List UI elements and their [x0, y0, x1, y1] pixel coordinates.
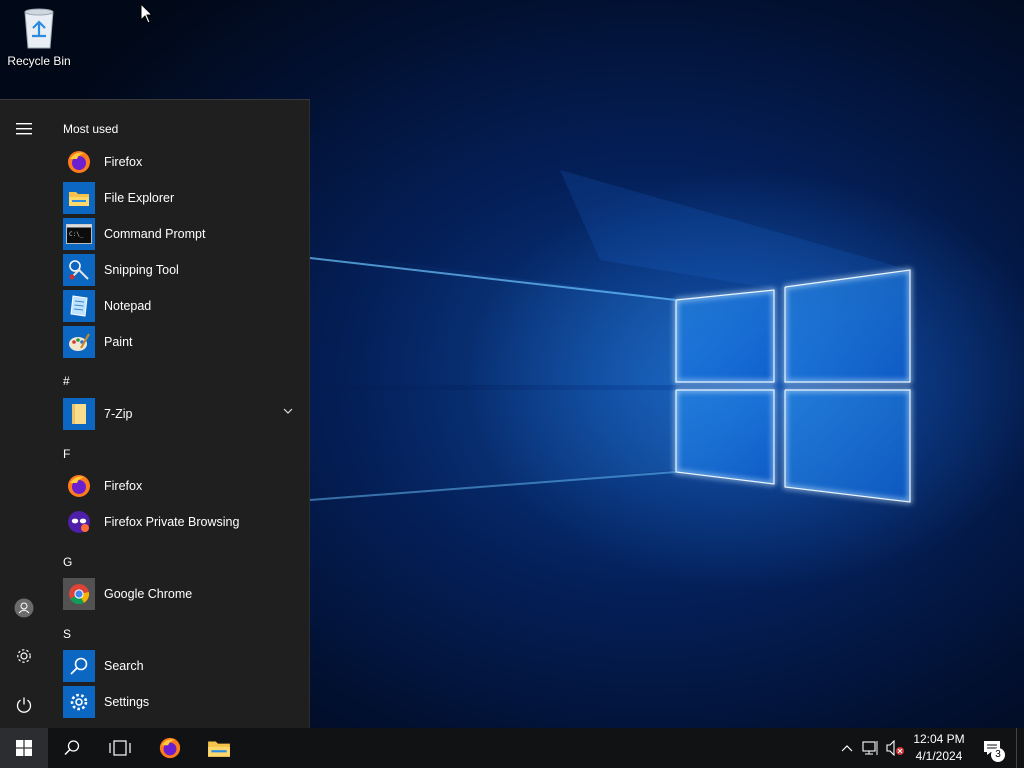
- notification-badge: 3: [991, 748, 1005, 762]
- chevron-down-icon[interactable]: [283, 407, 293, 415]
- settings-rail-button[interactable]: [0, 636, 48, 676]
- command-prompt-icon: C:\_: [63, 218, 95, 250]
- section-s[interactable]: S: [63, 627, 71, 641]
- show-hidden-icons-button[interactable]: [838, 728, 856, 768]
- user-icon: [14, 598, 34, 618]
- app-google-chrome[interactable]: Google Chrome: [63, 577, 303, 611]
- clock[interactable]: 12:04 PM 4/1/2024: [902, 731, 976, 765]
- folder-icon: [63, 398, 95, 430]
- start-menu: Most used Firefox File Explorer C:\_ Com…: [0, 99, 310, 729]
- power-button[interactable]: [0, 685, 48, 725]
- task-view-icon: [109, 740, 131, 756]
- file-explorer-icon: [63, 182, 95, 214]
- firefox-private-icon: [63, 506, 95, 538]
- app-command-prompt[interactable]: C:\_ Command Prompt: [63, 217, 303, 251]
- app-firefox-f[interactable]: Firefox: [63, 469, 303, 503]
- chrome-icon: [63, 578, 95, 610]
- clock-date: 4/1/2024: [915, 749, 963, 763]
- app-paint[interactable]: Paint: [63, 325, 303, 359]
- taskbar: 12:04 PM 4/1/2024: [0, 728, 1024, 768]
- app-search[interactable]: Search: [63, 649, 303, 683]
- app-firefox[interactable]: Firefox: [63, 145, 303, 179]
- app-firefox-private-browsing[interactable]: Firefox Private Browsing: [63, 505, 303, 539]
- search-icon: [63, 650, 95, 682]
- app-notepad[interactable]: Notepad: [63, 289, 303, 323]
- task-view-button[interactable]: [96, 728, 144, 768]
- gear-icon: [63, 686, 95, 718]
- section-most-used: Most used: [63, 122, 119, 136]
- network-icon: [862, 741, 878, 755]
- section-f[interactable]: F: [63, 447, 70, 461]
- show-desktop-button[interactable]: [1016, 728, 1024, 768]
- hamburger-menu-icon: [16, 123, 32, 135]
- file-explorer-icon: [208, 741, 230, 757]
- user-account-button[interactable]: [0, 588, 48, 628]
- snipping-tool-icon: [63, 254, 95, 286]
- app-7-zip[interactable]: 7-Zip: [63, 397, 303, 431]
- taskbar-search-button[interactable]: [48, 728, 96, 768]
- recycle-bin-label: Recycle Bin: [7, 54, 71, 68]
- svg-text:C:\_: C:\_: [69, 231, 84, 238]
- clock-time: 12:04 PM: [913, 732, 965, 746]
- mouse-cursor-icon: [140, 3, 154, 24]
- notepad-icon: [63, 290, 95, 322]
- power-icon: [16, 697, 32, 713]
- app-snipping-tool[interactable]: Snipping Tool: [63, 253, 303, 287]
- chevron-up-icon: [841, 745, 853, 752]
- section-hash[interactable]: #: [63, 374, 70, 388]
- expand-button[interactable]: [0, 109, 48, 149]
- network-button[interactable]: [860, 728, 882, 768]
- desktop-icon-recycle-bin[interactable]: Recycle Bin: [4, 6, 74, 68]
- start-button[interactable]: [0, 728, 48, 768]
- firefox-icon: [159, 737, 181, 759]
- settings-icon: [17, 649, 31, 663]
- firefox-icon: [63, 146, 95, 178]
- taskbar-file-explorer[interactable]: [195, 728, 243, 768]
- app-file-explorer[interactable]: File Explorer: [63, 181, 303, 215]
- firefox-icon: [63, 470, 95, 502]
- section-g[interactable]: G: [63, 555, 72, 569]
- app-settings[interactable]: Settings: [63, 685, 303, 719]
- recycle-bin-icon: [19, 6, 59, 50]
- start-menu-rail: [0, 100, 48, 729]
- paint-icon: [63, 326, 95, 358]
- taskbar-firefox[interactable]: [146, 728, 194, 768]
- search-icon: [64, 740, 80, 756]
- windows-logo-icon: [16, 740, 32, 756]
